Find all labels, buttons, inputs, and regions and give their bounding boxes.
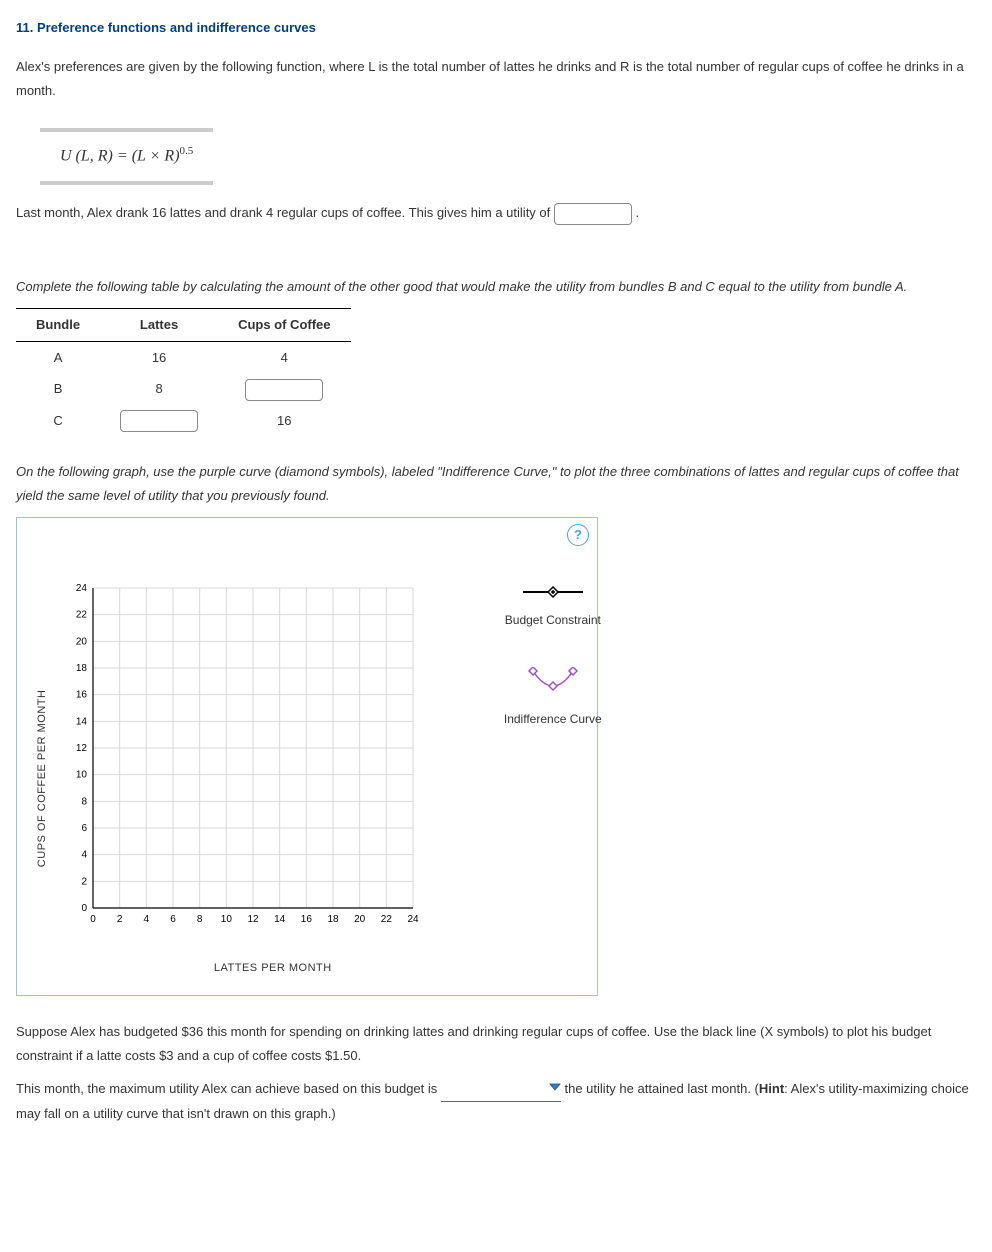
table-row: C 16 bbox=[16, 405, 351, 437]
question-title: 11. Preference functions and indifferenc… bbox=[16, 16, 976, 39]
svg-text:22: 22 bbox=[76, 610, 88, 621]
utility-sentence: Last month, Alex drank 16 lattes and dra… bbox=[16, 201, 976, 225]
svg-text:14: 14 bbox=[76, 716, 88, 727]
col-bundle: Bundle bbox=[16, 309, 100, 341]
bundle-table: Bundle Lattes Cups of Coffee A 16 4 B 8 … bbox=[16, 308, 351, 436]
bundle-c-lattes-input[interactable] bbox=[120, 410, 198, 432]
svg-text:22: 22 bbox=[381, 914, 393, 925]
comparison-dropdown[interactable] bbox=[441, 1077, 561, 1101]
svg-text:12: 12 bbox=[76, 743, 88, 754]
legend: Budget Constraint Indifference Curve bbox=[463, 578, 613, 979]
svg-text:20: 20 bbox=[76, 636, 88, 647]
graph-panel: ? CUPS OF COFFEE PER MONTH 0246810121416… bbox=[16, 517, 598, 996]
svg-text:8: 8 bbox=[81, 796, 87, 807]
svg-text:16: 16 bbox=[301, 914, 313, 925]
chart-area[interactable]: 0246810121416182022240246810121416182022… bbox=[53, 578, 433, 948]
svg-text:8: 8 bbox=[197, 914, 203, 925]
col-lattes: Lattes bbox=[100, 309, 218, 341]
x-axis-label: LATTES PER MONTH bbox=[53, 959, 463, 979]
svg-text:6: 6 bbox=[81, 823, 87, 834]
intro-text: Alex's preferences are given by the foll… bbox=[16, 55, 976, 102]
svg-text:2: 2 bbox=[81, 876, 87, 887]
table-header-row: Bundle Lattes Cups of Coffee bbox=[16, 309, 351, 341]
svg-text:24: 24 bbox=[76, 583, 88, 594]
y-axis-label: CUPS OF COFFEE PER MONTH bbox=[29, 578, 53, 979]
svg-text:20: 20 bbox=[354, 914, 366, 925]
utility-formula: U (L, R) = (L × R)0.5 bbox=[40, 128, 213, 185]
svg-text:0: 0 bbox=[90, 914, 96, 925]
table-row: B 8 bbox=[16, 373, 351, 405]
svg-text:14: 14 bbox=[274, 914, 286, 925]
svg-text:12: 12 bbox=[247, 914, 259, 925]
svg-text:18: 18 bbox=[327, 914, 339, 925]
table-instruction: Complete the following table by calculat… bbox=[16, 275, 976, 298]
help-icon[interactable]: ? bbox=[567, 524, 589, 546]
svg-text:24: 24 bbox=[407, 914, 419, 925]
svg-text:0: 0 bbox=[81, 903, 87, 914]
svg-text:10: 10 bbox=[221, 914, 233, 925]
svg-text:6: 6 bbox=[170, 914, 176, 925]
chevron-down-icon bbox=[549, 1081, 561, 1093]
bundle-b-coffee-input[interactable] bbox=[245, 379, 323, 401]
legend-indifference-curve[interactable]: Indifference Curve bbox=[493, 667, 613, 730]
utility-input[interactable] bbox=[554, 203, 632, 225]
final-sentence: This month, the maximum utility Alex can… bbox=[16, 1077, 976, 1125]
table-row: A 16 4 bbox=[16, 341, 351, 373]
svg-text:4: 4 bbox=[143, 914, 149, 925]
svg-text:18: 18 bbox=[76, 663, 88, 674]
budget-sentence: Suppose Alex has budgeted $36 this month… bbox=[16, 1020, 976, 1067]
legend-budget-constraint[interactable]: Budget Constraint bbox=[493, 582, 613, 631]
svg-text:10: 10 bbox=[76, 770, 88, 781]
svg-text:4: 4 bbox=[81, 850, 87, 861]
graph-instruction: On the following graph, use the purple c… bbox=[16, 460, 976, 507]
svg-text:2: 2 bbox=[117, 914, 123, 925]
col-coffee: Cups of Coffee bbox=[218, 309, 350, 341]
svg-text:16: 16 bbox=[76, 690, 88, 701]
